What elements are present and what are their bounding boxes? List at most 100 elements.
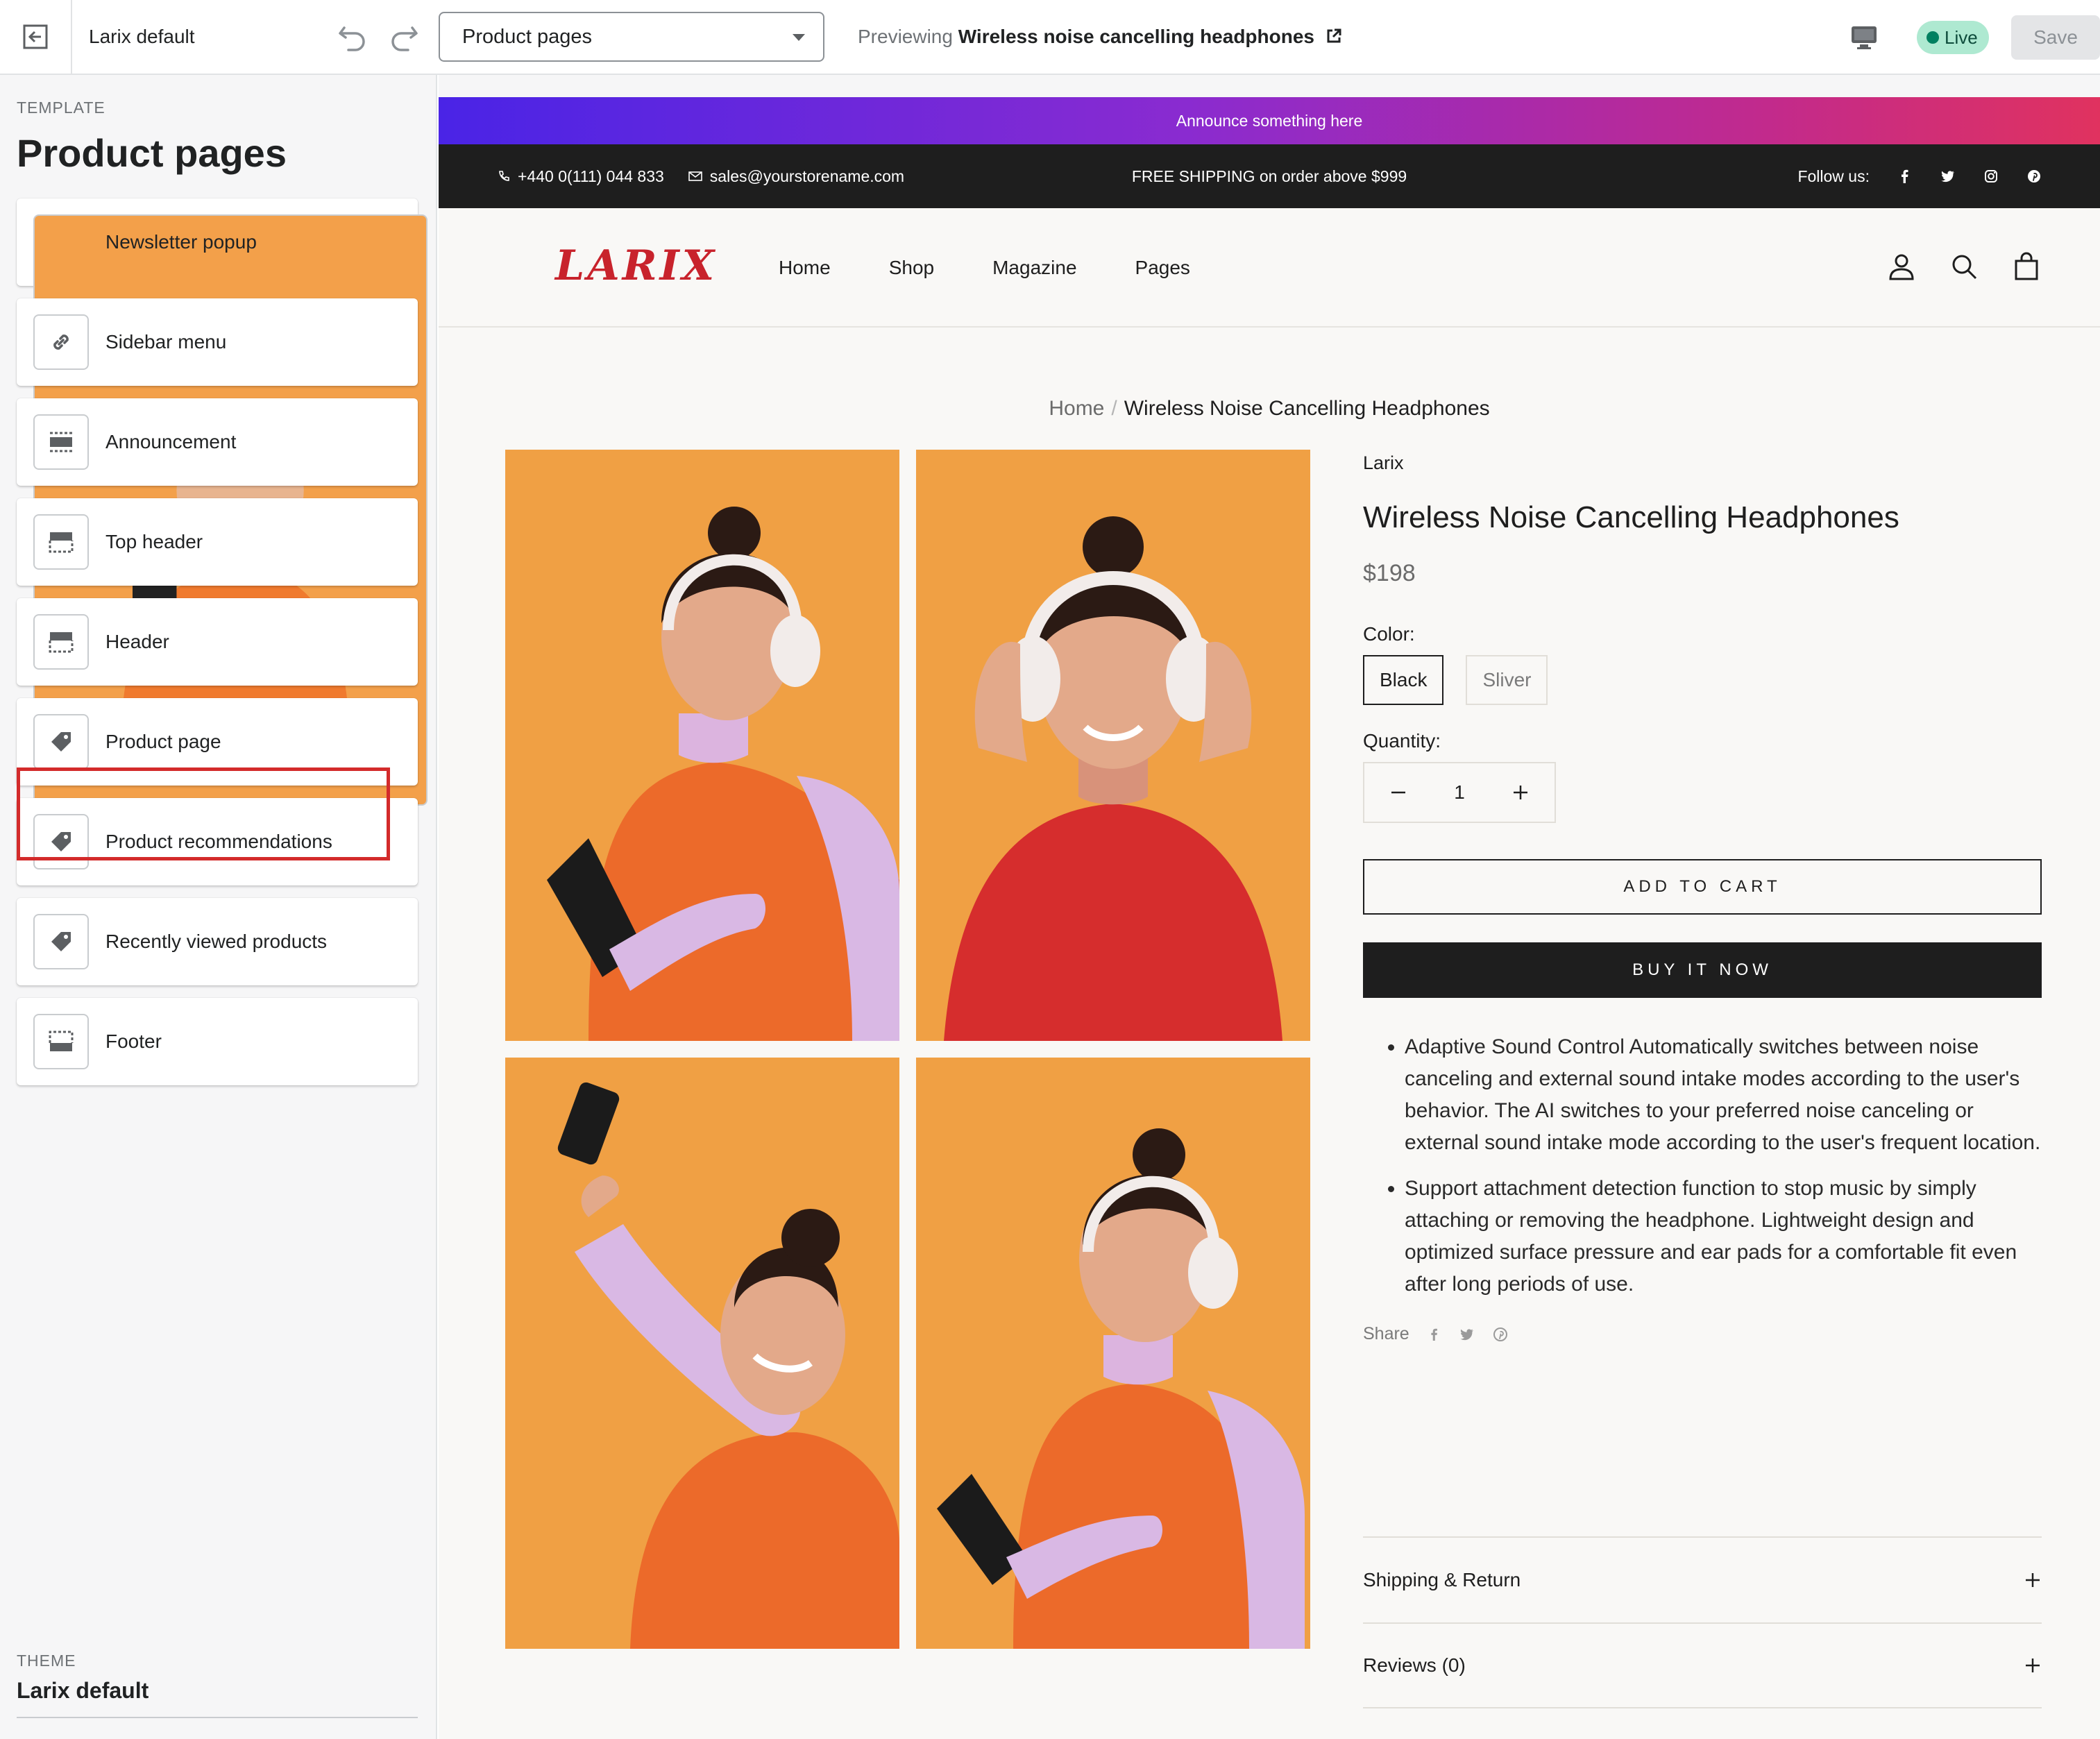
nav-link-magazine[interactable]: Magazine xyxy=(992,257,1076,279)
accordion-title: Reviews (0) xyxy=(1363,1654,1466,1676)
nav-link-home[interactable]: Home xyxy=(779,257,831,279)
product-image-1[interactable] xyxy=(505,450,899,1041)
live-label: Live xyxy=(1945,27,1978,48)
tag-icon xyxy=(33,914,89,969)
desktop-view-button[interactable] xyxy=(1847,21,1881,54)
section-item-label: Product page xyxy=(105,731,221,752)
caret-down-icon xyxy=(793,34,805,41)
facebook-icon[interactable] xyxy=(1897,169,1911,184)
breadcrumb-current: Wireless Noise Cancelling Headphones xyxy=(1124,397,1490,420)
tag-icon xyxy=(33,814,89,869)
product-image-3[interactable] xyxy=(505,1058,899,1649)
product-image-4[interactable] xyxy=(916,1058,1310,1649)
product-gallery xyxy=(505,450,1310,1650)
product-title: Wireless Noise Cancelling Headphones xyxy=(1363,500,1899,534)
quantity-label: Quantity: xyxy=(1363,730,1441,752)
section-item-product-page[interactable]: Product page xyxy=(17,698,418,786)
minus-icon[interactable] xyxy=(1389,783,1407,801)
section-item-announcement[interactable]: Announcement xyxy=(17,398,418,486)
plus-icon xyxy=(2026,1659,2040,1672)
exit-editor-button[interactable] xyxy=(0,0,72,74)
product-info: Larix Wireless Noise Cancelling Headphon… xyxy=(1363,450,2042,1344)
section-item-label: Sidebar menu xyxy=(105,331,227,353)
product-image-2[interactable] xyxy=(916,450,1310,1041)
breadcrumb: Home / Wireless Noise Cancelling Headphone… xyxy=(1049,397,1490,420)
section-item-product-recommendations[interactable]: Product recommendations xyxy=(17,798,418,885)
store-logo[interactable]: LARIX xyxy=(555,241,717,290)
share-row: Share xyxy=(1363,1324,2042,1344)
undo-button[interactable] xyxy=(335,19,371,56)
nav-link-pages[interactable]: Pages xyxy=(1135,257,1190,279)
sections-sidebar: TEMPLATE Product pages Newsletter popup xyxy=(0,75,437,1739)
theme-name: Larix default xyxy=(89,26,195,47)
section-item-label: Top header xyxy=(105,531,203,552)
footer-section-icon xyxy=(33,1014,89,1069)
section-item-label: Footer xyxy=(105,1030,162,1052)
preview-product-link[interactable]: Wireless noise cancelling headphones xyxy=(958,26,1314,47)
quantity-stepper: 1 xyxy=(1363,762,1556,823)
add-to-cart-button[interactable]: ADD TO CART xyxy=(1363,859,2042,915)
section-item-label: Recently viewed products xyxy=(105,931,328,952)
section-item-footer[interactable]: Footer xyxy=(17,998,418,1085)
plus-icon[interactable] xyxy=(1512,783,1530,801)
search-icon[interactable] xyxy=(1949,251,1979,282)
share-label: Share xyxy=(1363,1324,1409,1343)
undo-icon xyxy=(339,26,365,51)
theme-footer-name: Larix default xyxy=(17,1678,149,1703)
color-label: Color: xyxy=(1363,623,1415,645)
product-description: Adaptive Sound Control Automatically swi… xyxy=(1363,1031,2042,1300)
header-icons xyxy=(1886,251,2042,282)
desktop-icon xyxy=(1852,26,1877,49)
color-options: Black Sliver xyxy=(1363,655,2042,705)
external-link-icon[interactable] xyxy=(1326,28,1342,44)
section-item-sidebar-menu[interactable]: Sidebar menu xyxy=(17,298,418,386)
color-option-black[interactable]: Black xyxy=(1363,655,1444,705)
sidebar-overline: TEMPLATE xyxy=(17,99,105,117)
facebook-share-icon[interactable] xyxy=(1428,1327,1440,1342)
editor-topbar: Larix default Product pages Previewing W… xyxy=(0,0,2100,75)
section-icon xyxy=(33,414,89,470)
store-header: LARIX Home Shop Magazine Pages xyxy=(439,208,2100,328)
breadcrumb-home[interactable]: Home xyxy=(1049,397,1104,420)
link-icon xyxy=(33,314,89,370)
section-item-header[interactable]: Header xyxy=(17,598,418,686)
sidebar-title: Product pages xyxy=(17,131,287,175)
pinterest-share-icon[interactable] xyxy=(1493,1327,1508,1342)
top-header-bar: +440 0(111) 044 833 sales@yourstorename.… xyxy=(439,144,2100,208)
announcement-bar[interactable]: Announce something here xyxy=(439,97,2100,144)
main-navigation: Home Shop Magazine Pages xyxy=(779,208,1190,328)
store-preview: Announce something here +440 0(111) 044 … xyxy=(439,75,2100,1739)
color-option-sliver[interactable]: Sliver xyxy=(1466,655,1548,705)
buy-now-button[interactable]: BUY IT NOW xyxy=(1363,942,2042,998)
plus-icon xyxy=(2026,1573,2040,1587)
section-item-top-header[interactable]: Top header xyxy=(17,498,418,586)
follow-label: Follow us: xyxy=(1797,167,1870,185)
accordion-reviews[interactable]: Reviews (0) xyxy=(1363,1622,2042,1708)
template-select[interactable]: Product pages xyxy=(439,12,824,62)
section-list: Newsletter popup Sidebar menu Announceme… xyxy=(17,198,427,1098)
theme-overline: THEME xyxy=(17,1652,76,1670)
description-item: Support attachment detection function to… xyxy=(1405,1173,2042,1300)
quantity-value[interactable]: 1 xyxy=(1454,781,1465,804)
redo-icon xyxy=(391,26,418,51)
accordion-shipping-return[interactable]: Shipping & Return xyxy=(1363,1536,2042,1622)
section-item-newsletter-popup[interactable]: Newsletter popup xyxy=(17,198,427,806)
twitter-icon[interactable] xyxy=(1939,169,1956,184)
save-button[interactable]: Save xyxy=(2011,15,2100,60)
pinterest-icon[interactable] xyxy=(2026,169,2042,184)
nav-link-shop[interactable]: Shop xyxy=(889,257,934,279)
redo-button[interactable] xyxy=(386,19,422,56)
section-item-label: Header xyxy=(105,631,169,652)
preview-info: Previewing Wireless noise cancelling hea… xyxy=(858,0,1342,74)
product-price: $198 xyxy=(1363,560,1416,586)
header-section-icon xyxy=(33,514,89,570)
tag-icon xyxy=(33,714,89,770)
instagram-icon[interactable] xyxy=(1983,169,1999,184)
template-select-value: Product pages xyxy=(462,26,593,48)
account-icon[interactable] xyxy=(1886,251,1917,282)
section-item-recently-viewed[interactable]: Recently viewed products xyxy=(17,898,418,985)
twitter-share-icon[interactable] xyxy=(1458,1327,1475,1342)
product-vendor[interactable]: Larix xyxy=(1363,452,2042,474)
section-item-label: Newsletter popup xyxy=(105,231,257,253)
cart-bag-icon[interactable] xyxy=(2011,251,2042,282)
